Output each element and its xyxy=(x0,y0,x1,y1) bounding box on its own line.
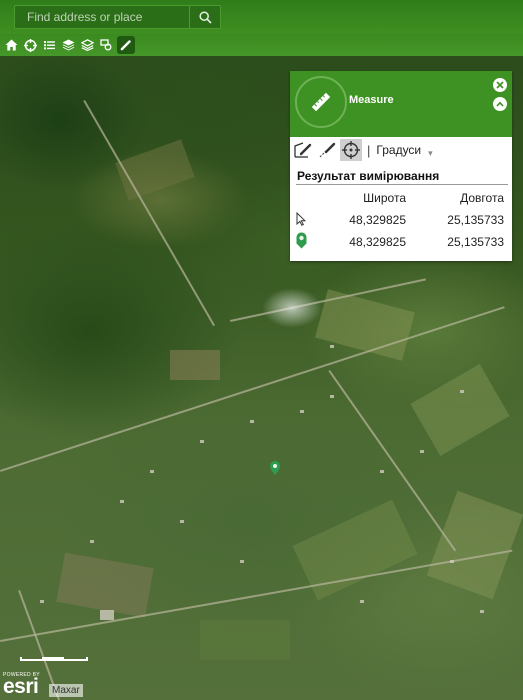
chevron-up-icon xyxy=(496,101,504,107)
basemap-layers-icon xyxy=(81,39,94,51)
measure-panel-header: Measure xyxy=(290,71,512,137)
home-button[interactable] xyxy=(2,36,21,55)
map-field xyxy=(115,139,195,201)
map-building xyxy=(250,420,254,423)
latitude-header: Широта xyxy=(363,191,406,205)
map-building xyxy=(330,395,334,398)
result-header-row: Широта Довгота xyxy=(296,187,508,209)
measure-panel-body: | Градуси ▾ Результат вимірювання Широта … xyxy=(290,137,512,261)
select-icon xyxy=(100,39,112,51)
crosshair-icon xyxy=(342,141,360,159)
layers-button[interactable] xyxy=(59,36,78,55)
result-title: Результат вимірювання xyxy=(297,169,440,183)
legend-button[interactable] xyxy=(40,36,59,55)
area-tool-button[interactable] xyxy=(292,139,314,161)
close-icon xyxy=(496,81,504,89)
home-icon xyxy=(5,39,18,51)
toolbar-separator: | xyxy=(367,142,371,158)
units-dropdown-value: Градуси xyxy=(376,143,422,157)
latitude-value: 48,329825 xyxy=(349,213,406,227)
map-building xyxy=(40,600,44,603)
map-marker-icon[interactable] xyxy=(270,461,280,475)
measure-panel-title: Measure xyxy=(349,94,394,106)
map-field xyxy=(426,490,523,600)
map-field xyxy=(170,350,220,380)
map-building xyxy=(460,390,464,393)
result-header-icon xyxy=(296,187,316,209)
longitude-value: 25,135733 xyxy=(447,213,504,227)
latitude-value: 48,329825 xyxy=(349,235,406,249)
search-bar xyxy=(0,0,523,34)
map-attribution[interactable]: Maxar xyxy=(49,684,83,697)
longitude-value: 25,135733 xyxy=(447,235,504,249)
list-icon xyxy=(44,41,55,50)
cursor-icon xyxy=(296,211,307,226)
area-measure-icon xyxy=(294,142,312,158)
longitude-header: Довгота xyxy=(460,191,504,205)
distance-tool-button[interactable] xyxy=(316,139,338,161)
map-building xyxy=(100,610,114,620)
map-road xyxy=(83,100,216,327)
measure-button[interactable] xyxy=(117,36,135,54)
result-row-icon-cell xyxy=(296,209,316,231)
map-building xyxy=(90,540,94,543)
search-button[interactable] xyxy=(189,5,221,29)
crosshair-icon xyxy=(24,38,37,52)
map-field xyxy=(410,364,510,456)
search-icon xyxy=(198,10,212,24)
ruler-icon xyxy=(311,92,331,112)
esri-wordmark: esri xyxy=(3,675,39,698)
layers-icon xyxy=(62,39,75,51)
collapse-button[interactable] xyxy=(493,97,507,111)
search-input[interactable] xyxy=(15,6,189,28)
map-toolbar xyxy=(0,34,523,56)
map-marker-icon xyxy=(296,232,307,249)
map-building xyxy=(360,600,364,603)
map-road xyxy=(0,306,505,472)
result-row-cursor: 48,329825 25,135733 xyxy=(296,209,508,231)
map-building xyxy=(240,560,244,563)
map-building xyxy=(200,440,204,443)
distance-measure-icon xyxy=(319,142,336,158)
map-building xyxy=(420,450,424,453)
search-box xyxy=(14,5,190,29)
map-building xyxy=(480,610,484,613)
map-building xyxy=(180,520,184,523)
location-tool-button[interactable] xyxy=(340,139,362,161)
caret-down-icon: ▾ xyxy=(428,148,433,158)
map-cloud xyxy=(262,288,322,328)
map-field xyxy=(200,620,290,660)
map-building xyxy=(120,500,124,503)
measure-panel-badge xyxy=(295,76,347,128)
scale-bar xyxy=(20,657,88,661)
map-building xyxy=(450,560,454,563)
measure-panel: Measure | Градуси ▾ Результат вимірюванн… xyxy=(290,71,512,261)
locate-button[interactable] xyxy=(21,36,40,55)
map-building xyxy=(150,470,154,473)
result-table: Широта Довгота 48,329825 25,135733 48,32… xyxy=(296,187,508,253)
units-dropdown[interactable]: Градуси ▾ xyxy=(376,143,433,158)
select-button[interactable] xyxy=(97,36,116,55)
map-building xyxy=(380,470,384,473)
result-row-icon-cell xyxy=(296,231,316,253)
result-row-marker: 48,329825 25,135733 xyxy=(296,231,508,253)
close-button[interactable] xyxy=(493,78,507,92)
pencil-icon xyxy=(120,40,131,51)
esri-logo[interactable]: POWERED BY esri xyxy=(3,672,40,698)
measure-tool-row: | Градуси ▾ xyxy=(290,137,512,163)
map-building xyxy=(330,345,334,348)
map-building xyxy=(300,410,304,413)
basemap-button[interactable] xyxy=(78,36,97,55)
result-divider xyxy=(296,184,508,185)
map-field xyxy=(56,552,154,618)
